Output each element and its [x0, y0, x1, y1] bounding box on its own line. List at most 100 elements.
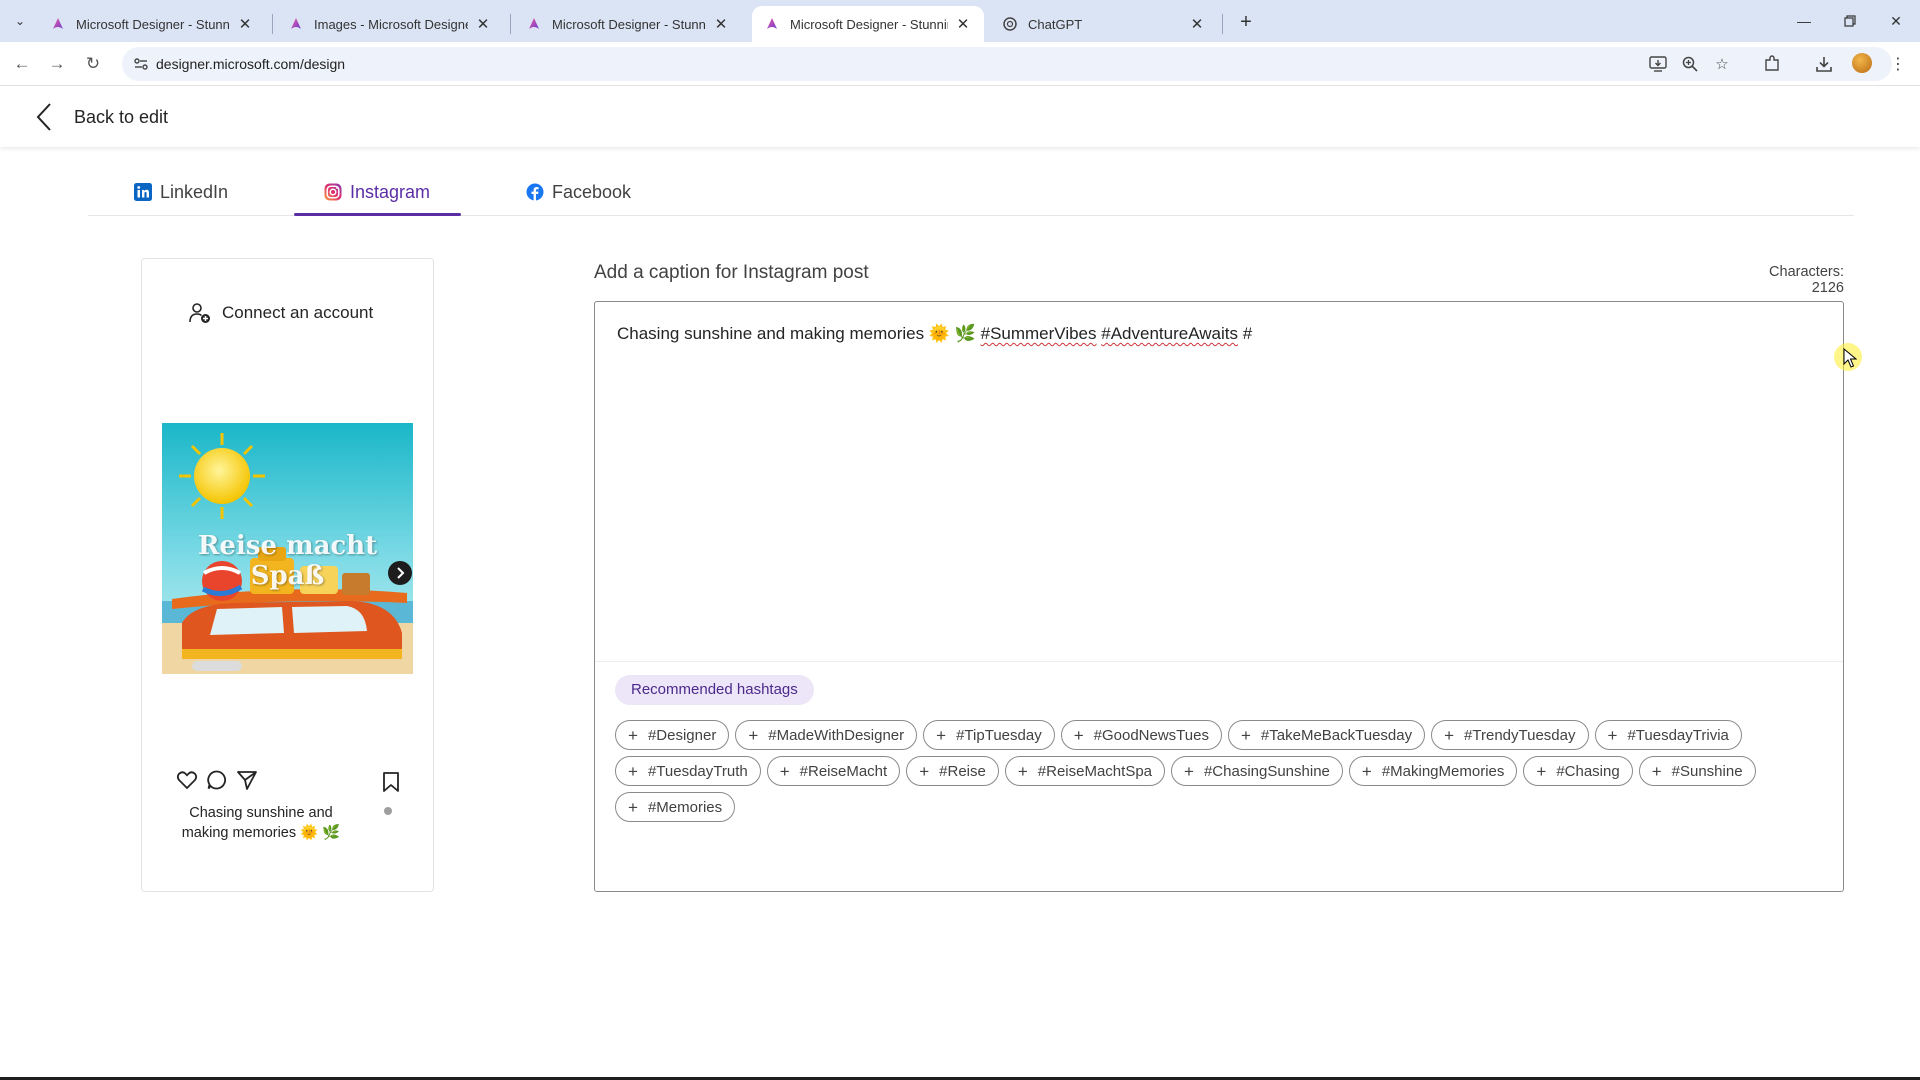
install-app-icon[interactable]: [1648, 54, 1668, 74]
instagram-post-preview: Connect an account Reise macht Spaß Chas…: [141, 258, 434, 892]
preview-caption: Chasing sunshine and making memories 🌞 🌿: [176, 803, 346, 843]
plus-icon: +: [1536, 761, 1547, 781]
plus-icon: +: [1651, 761, 1662, 781]
hashtag-chip[interactable]: + #ReiseMachtSpa: [1004, 756, 1166, 786]
plus-icon: +: [1073, 725, 1084, 745]
hashtag-chip-label: #Designer: [647, 726, 717, 744]
post-actions: [176, 769, 406, 793]
app-header: Back to edit: [0, 87, 1920, 147]
hashtag-chip[interactable]: + #TrendyTuesday: [1431, 720, 1589, 750]
hashtag-chip[interactable]: + #TuesdayTruth: [615, 756, 761, 786]
hashtag-chip-list: + #Designer + #MadeWithDesigner + #TipTuesday…: [615, 720, 1825, 828]
tab-title: Images - Microsoft Designer: [314, 16, 468, 32]
restore-icon[interactable]: [1828, 8, 1872, 34]
close-tab-icon[interactable]: ✕: [474, 15, 492, 33]
tab-facebook[interactable]: Facebook: [526, 182, 631, 216]
caption-text-prefix: Chasing sunshine and making memories 🌞 🌿: [617, 324, 981, 343]
browser-tab-4-active[interactable]: Microsoft Designer - Stunning d ✕: [752, 6, 984, 42]
extensions-icon[interactable]: [1760, 52, 1784, 76]
hashtag-chip[interactable]: + #TipTuesday: [923, 720, 1055, 750]
post-image: Reise macht Spaß: [162, 423, 413, 674]
hashtag-row: + #Memories: [615, 792, 1825, 822]
reload-icon[interactable]: ↻: [80, 51, 106, 77]
hashtag-chip[interactable]: + #TuesdayTrivia: [1594, 720, 1742, 750]
mouse-pointer-icon: [1843, 348, 1857, 368]
caption-editor[interactable]: Chasing sunshine and making memories 🌞 🌿…: [594, 301, 1844, 892]
browser-tab-3[interactable]: Microsoft Designer - Stunning d ✕: [514, 6, 742, 42]
hashtag-chip[interactable]: + #Reise: [906, 756, 999, 786]
caption-heading: Add a caption for Instagram post: [594, 262, 869, 283]
hashtag-chip[interactable]: + #Sunshine: [1638, 756, 1756, 786]
editor-divider: [595, 661, 1843, 662]
tab-title: Microsoft Designer - Stunning d: [790, 16, 948, 32]
close-tab-icon[interactable]: ✕: [712, 15, 730, 33]
caption-text[interactable]: Chasing sunshine and making memories 🌞 🌿…: [617, 324, 1252, 344]
site-info-icon[interactable]: [132, 55, 150, 73]
plus-icon: +: [1607, 725, 1618, 745]
tab-separator: [272, 14, 273, 34]
plus-icon: +: [936, 725, 947, 745]
character-count-label: Characters:: [1769, 264, 1844, 280]
hashtag-chip[interactable]: + #ReiseMacht: [766, 756, 901, 786]
designer-favicon-icon: [53, 18, 63, 29]
close-window-icon[interactable]: ✕: [1874, 8, 1918, 34]
zoom-icon[interactable]: [1680, 54, 1700, 74]
close-tab-icon[interactable]: ✕: [236, 15, 254, 33]
back-arrow-icon[interactable]: ←: [9, 51, 35, 77]
close-tab-icon[interactable]: ✕: [954, 15, 972, 33]
tab-linkedin[interactable]: LinkedIn: [134, 182, 228, 216]
bookmark-star-icon[interactable]: ☆: [1712, 54, 1732, 74]
connect-account-button[interactable]: Connect an account: [188, 301, 373, 325]
forward-arrow-icon[interactable]: →: [44, 51, 70, 77]
designer-favicon-icon: [767, 18, 777, 29]
hashtag-chip-label: #Reise: [939, 762, 986, 780]
caption-hashtag: #SummerVibes: [980, 324, 1097, 343]
carousel-next-button[interactable]: [388, 561, 412, 585]
downloads-icon[interactable]: [1812, 52, 1836, 76]
hashtag-chip[interactable]: + #Designer: [615, 720, 730, 750]
hashtag-chip-label: #ReiseMacht: [799, 762, 888, 780]
hashtag-chip-label: #MadeWithDesigner: [768, 726, 905, 744]
plus-icon: +: [919, 761, 930, 781]
social-platform-tabs: LinkedIn Instagram Facebook: [88, 182, 1854, 216]
plus-icon: +: [628, 761, 638, 781]
plus-icon: +: [1240, 725, 1251, 745]
preview-caption-line-2: making memories 🌞 🌿: [181, 825, 341, 841]
profile-avatar[interactable]: [1852, 53, 1872, 73]
menu-kebab-icon[interactable]: ⋮: [1886, 52, 1910, 76]
browser-tabstrip: ⌄ Microsoft Designer - Stunning d ✕ Imag…: [0, 0, 1920, 42]
hashtag-chip[interactable]: + #MakingMemories: [1348, 756, 1518, 786]
address-bar[interactable]: designer.microsoft.com/design ☆: [122, 47, 1892, 81]
tab-facebook-label: Facebook: [552, 182, 632, 202]
hashtag-chip-label: #ChasingSunshine: [1203, 762, 1330, 780]
close-tab-icon[interactable]: ✕: [1188, 15, 1206, 33]
add-person-icon: [189, 303, 210, 323]
hashtag-row: + #TuesdayTruth + #ReiseMacht + #Reise + #Reise…: [615, 756, 1825, 786]
hashtag-chip[interactable]: + #ChasingSunshine: [1171, 756, 1343, 786]
back-to-edit-button[interactable]: Back to edit: [34, 101, 168, 133]
plus-icon: +: [748, 725, 759, 745]
plus-icon: +: [1017, 761, 1028, 781]
url-text[interactable]: designer.microsoft.com/design: [156, 56, 345, 72]
share-send-icon: [237, 771, 257, 790]
tab-instagram[interactable]: Instagram: [324, 182, 430, 216]
browser-toolbar: ← → ↻ designer.microsoft.com/design ☆ ⋮: [0, 42, 1920, 86]
hashtag-chip[interactable]: + #Chasing: [1523, 756, 1633, 786]
new-tab-button[interactable]: +: [1232, 8, 1260, 36]
character-count-value: 2126: [1811, 280, 1844, 296]
tab-search-chevron-icon[interactable]: ⌄: [8, 9, 32, 33]
instagram-icon: [324, 183, 342, 201]
image-overlay-text: Reise macht Spaß: [197, 531, 378, 591]
browser-tab-2[interactable]: Images - Microsoft Designer ✕: [276, 6, 504, 42]
hashtag-chip[interactable]: + #GoodNewsTues: [1060, 720, 1222, 750]
hashtag-chip-label: #ReiseMachtSpa: [1037, 762, 1153, 780]
hashtag-chip[interactable]: + #Memories: [615, 792, 736, 822]
chevron-right-icon: [397, 567, 405, 579]
browser-tab-5[interactable]: ChatGPT ✕: [990, 6, 1218, 42]
hashtag-chip[interactable]: + #MadeWithDesigner: [735, 720, 918, 750]
browser-tab-1[interactable]: Microsoft Designer - Stunning d ✕: [38, 6, 266, 42]
minimize-icon[interactable]: —: [1782, 8, 1826, 34]
hashtag-chip[interactable]: + #TakeMeBackTuesday: [1227, 720, 1426, 750]
active-tab-indicator: [294, 213, 461, 216]
hashtag-chip-label: #TakeMeBackTuesday: [1260, 726, 1413, 744]
